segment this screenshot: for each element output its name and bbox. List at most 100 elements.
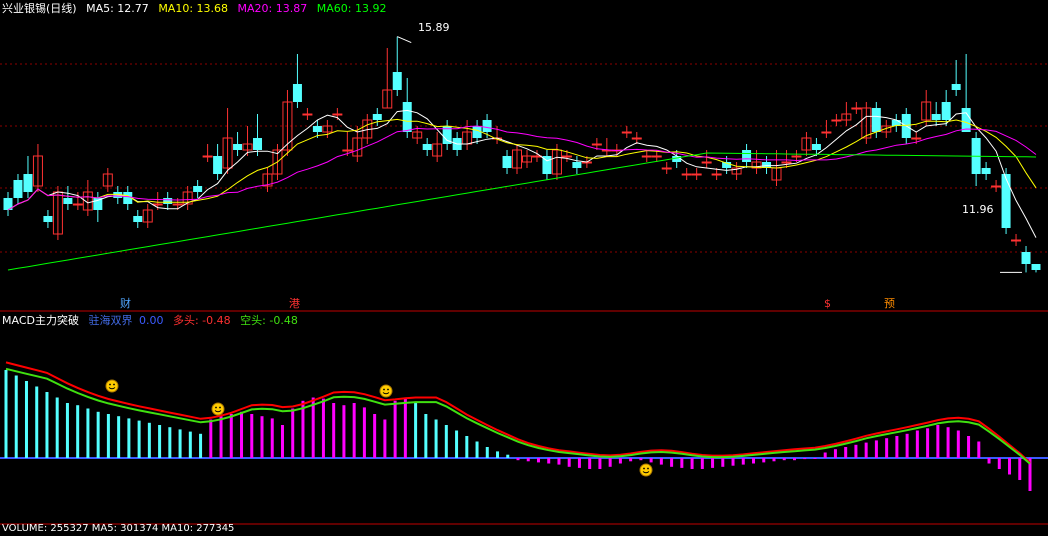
macd-bar — [414, 403, 418, 458]
macd-bar — [792, 458, 796, 461]
macd-bar — [741, 458, 745, 465]
macd-bar — [639, 458, 643, 461]
macd-bar — [219, 416, 223, 458]
candle-up — [681, 173, 692, 176]
candle-down — [941, 102, 951, 120]
macd-bar — [915, 430, 919, 458]
macd-bar — [629, 458, 633, 462]
macd-bar — [833, 449, 837, 458]
macd-bar — [168, 427, 172, 458]
candle-down — [392, 72, 402, 90]
candle-down — [63, 198, 73, 204]
candle-up — [831, 119, 842, 122]
macd-bar — [137, 420, 141, 458]
macd-bar — [260, 416, 264, 458]
candle-down — [981, 168, 991, 174]
macd-bar — [608, 458, 612, 467]
event-marker-finance[interactable]: 财 — [120, 298, 131, 310]
smiley-icon — [109, 383, 111, 386]
candle-up — [651, 155, 662, 158]
candle-down — [951, 84, 961, 90]
macd-bar — [967, 436, 971, 458]
event-marker-forecast[interactable]: 预 — [884, 298, 895, 310]
candle-up — [202, 155, 213, 158]
candle-up — [172, 203, 183, 206]
smiley-icon — [113, 383, 115, 386]
macd-bar — [14, 375, 18, 458]
macd-bar — [844, 447, 848, 458]
macd-bar — [547, 458, 551, 464]
event-marker-hk[interactable]: 港 — [289, 298, 300, 310]
macd-bar — [117, 416, 121, 458]
candle-up — [631, 137, 642, 140]
macd-bar — [373, 414, 377, 458]
macd-bar — [147, 422, 151, 458]
candle-up — [342, 149, 353, 152]
candle-up — [711, 173, 722, 176]
candle-down — [23, 174, 33, 192]
smiley-icon — [219, 406, 221, 409]
macd-bar — [803, 458, 807, 460]
volume-legend: VOLUME: 255327 MA5: 301374 MA10: 277345 — [2, 523, 235, 534]
macd-label1: 驻海双界 — [88, 314, 133, 327]
macd-title[interactable]: MACD主力突破 — [2, 314, 79, 327]
candle-down — [422, 144, 432, 150]
smiley-icon — [647, 467, 649, 470]
macd-bar — [280, 425, 284, 458]
macd-bar — [342, 405, 346, 458]
macd-bar — [752, 458, 756, 464]
candle-down — [213, 156, 223, 174]
candle-down — [871, 108, 881, 132]
macd-bar — [874, 440, 878, 458]
smiley-icon — [211, 402, 225, 416]
kline-chart[interactable] — [0, 0, 1048, 530]
macd-bar — [905, 433, 909, 458]
smiley-icon — [105, 379, 119, 393]
macd-bar — [731, 458, 735, 466]
macd-bar — [659, 458, 663, 465]
macd-bar — [813, 458, 817, 459]
macd-bar — [209, 419, 213, 458]
macd-bar — [670, 458, 674, 467]
smiley-icon — [379, 384, 393, 398]
smiley-icon — [639, 463, 653, 477]
macd-bar — [24, 381, 28, 458]
macd-bar — [424, 414, 428, 458]
candle-up — [302, 113, 313, 116]
macd-bar — [352, 403, 356, 458]
candle-down — [312, 126, 322, 132]
macd-bar — [188, 431, 192, 458]
macd-bar — [936, 425, 940, 458]
candle-down — [133, 216, 143, 222]
macd-value1: 0.00 — [138, 314, 164, 327]
candle-up — [691, 173, 702, 176]
macd-bar — [782, 458, 786, 461]
macd-bar — [127, 418, 131, 458]
macd-bar — [465, 436, 469, 458]
candle-up — [72, 203, 83, 206]
candle-up — [1011, 239, 1022, 242]
candle-up — [661, 167, 672, 170]
macd-bar — [956, 430, 960, 458]
candle-down — [93, 198, 103, 210]
event-marker-dollar[interactable]: $ — [824, 298, 831, 310]
candle-up — [641, 155, 652, 158]
macd-bar — [321, 398, 325, 458]
macd-bar — [762, 458, 766, 463]
candle-down — [402, 102, 412, 132]
candle-up — [991, 185, 1002, 188]
macd-bar — [362, 407, 366, 458]
macd-bar — [885, 438, 889, 458]
macd-bar — [506, 454, 510, 458]
macd-bar — [567, 458, 571, 467]
macd-bar — [516, 458, 520, 461]
candle-down — [572, 162, 582, 168]
macd-bar — [291, 408, 295, 458]
macd-bar — [895, 436, 899, 458]
candle-up — [781, 161, 792, 164]
macd-bar — [96, 411, 100, 458]
macd-bar — [475, 441, 479, 458]
high-price-marker: 15.89 — [418, 21, 450, 34]
macd-bar — [557, 458, 561, 465]
macd-bar — [76, 405, 80, 458]
